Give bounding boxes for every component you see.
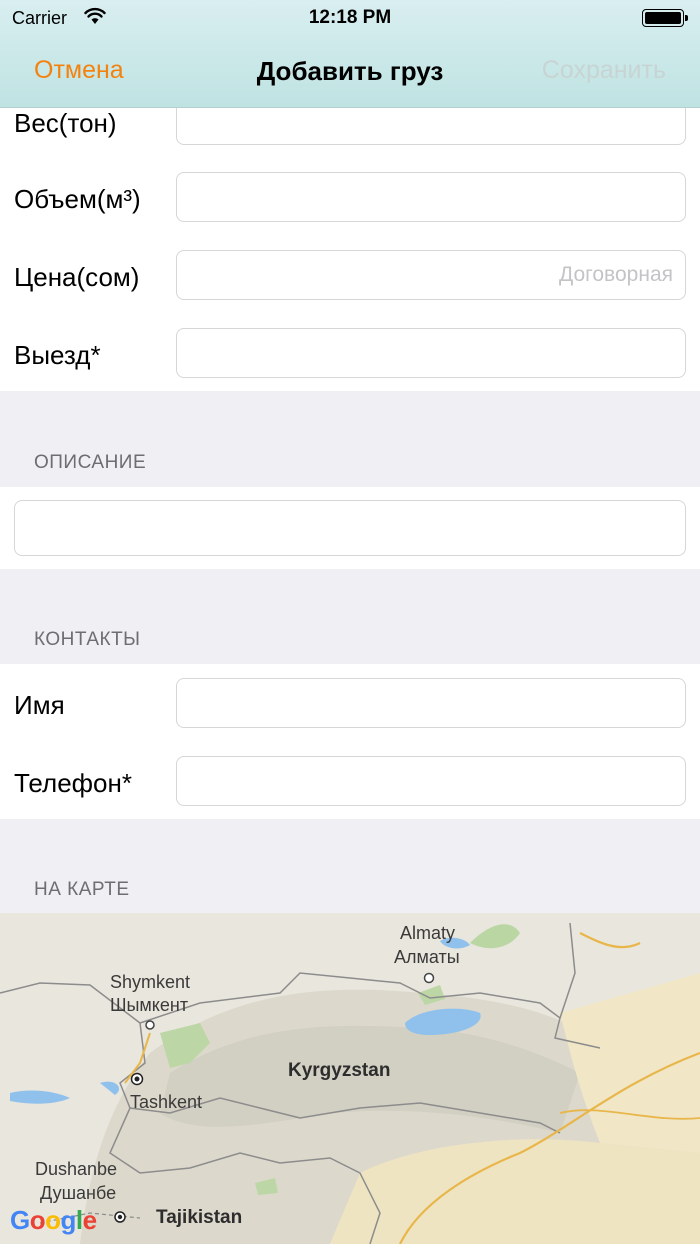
top-bar: Carrier 12:18 PM Отмена Добавить груз Со… xyxy=(0,0,700,108)
cargo-section: Вес(тон) Объем(м³) Цена(сом) Выезд* xyxy=(0,60,700,391)
map-view[interactable]: Almaty Алматы Shymkent Шымкент Kyrgyzsta… xyxy=(0,913,700,1244)
contacts-header: КОНТАКТЫ xyxy=(34,629,141,650)
name-row: Имя xyxy=(0,664,700,742)
price-input[interactable] xyxy=(176,250,686,300)
weight-label: Вес(тон) xyxy=(14,108,117,138)
map-label-almaty-en: Almaty xyxy=(400,923,456,943)
map-label-shymkent-en: Shymkent xyxy=(110,972,191,992)
map-header: НА КАРТЕ xyxy=(34,879,130,900)
google-logo: Google xyxy=(10,1205,97,1235)
contacts-section: Имя Телефон* xyxy=(0,664,700,819)
departure-input[interactable] xyxy=(176,328,686,378)
map-label-tashkent: Tashkent xyxy=(130,1092,203,1112)
volume-input[interactable] xyxy=(176,172,686,222)
battery-icon xyxy=(642,9,688,27)
volume-row: Объем(м³) xyxy=(0,138,700,222)
navigation-bar: Отмена Добавить груз Сохранить xyxy=(0,40,700,106)
status-bar: Carrier 12:18 PM xyxy=(0,0,700,36)
name-input[interactable] xyxy=(176,678,686,728)
cancel-button[interactable]: Отмена xyxy=(34,56,124,85)
name-label: Имя xyxy=(14,690,65,720)
departure-label: Выезд* xyxy=(14,340,101,370)
phone-label: Телефон* xyxy=(14,768,132,798)
volume-label: Объем(м³) xyxy=(14,184,141,214)
map-label-kyrgyzstan: Kyrgyzstan xyxy=(288,1060,391,1081)
map-label-shymkent-ru: Шымкент xyxy=(110,995,189,1015)
map-label-almaty-ru: Алматы xyxy=(394,947,460,967)
map-label-dushanbe-en: Dushanbe xyxy=(35,1159,118,1179)
phone-row: Телефон* xyxy=(0,742,700,820)
price-row: Цена(сом) xyxy=(0,216,700,300)
price-label: Цена(сом) xyxy=(14,262,140,292)
map-label-dushanbe-ru: Душанбе xyxy=(40,1183,117,1203)
phone-input[interactable] xyxy=(176,756,686,806)
status-time: 12:18 PM xyxy=(308,7,392,28)
description-section xyxy=(0,487,700,569)
save-button[interactable]: Сохранить xyxy=(542,56,666,85)
description-input[interactable] xyxy=(14,500,686,556)
departure-row: Выезд* xyxy=(0,294,700,378)
map-label-tajikistan: Tajikistan xyxy=(156,1207,243,1228)
description-header: ОПИСАНИЕ xyxy=(34,452,147,473)
